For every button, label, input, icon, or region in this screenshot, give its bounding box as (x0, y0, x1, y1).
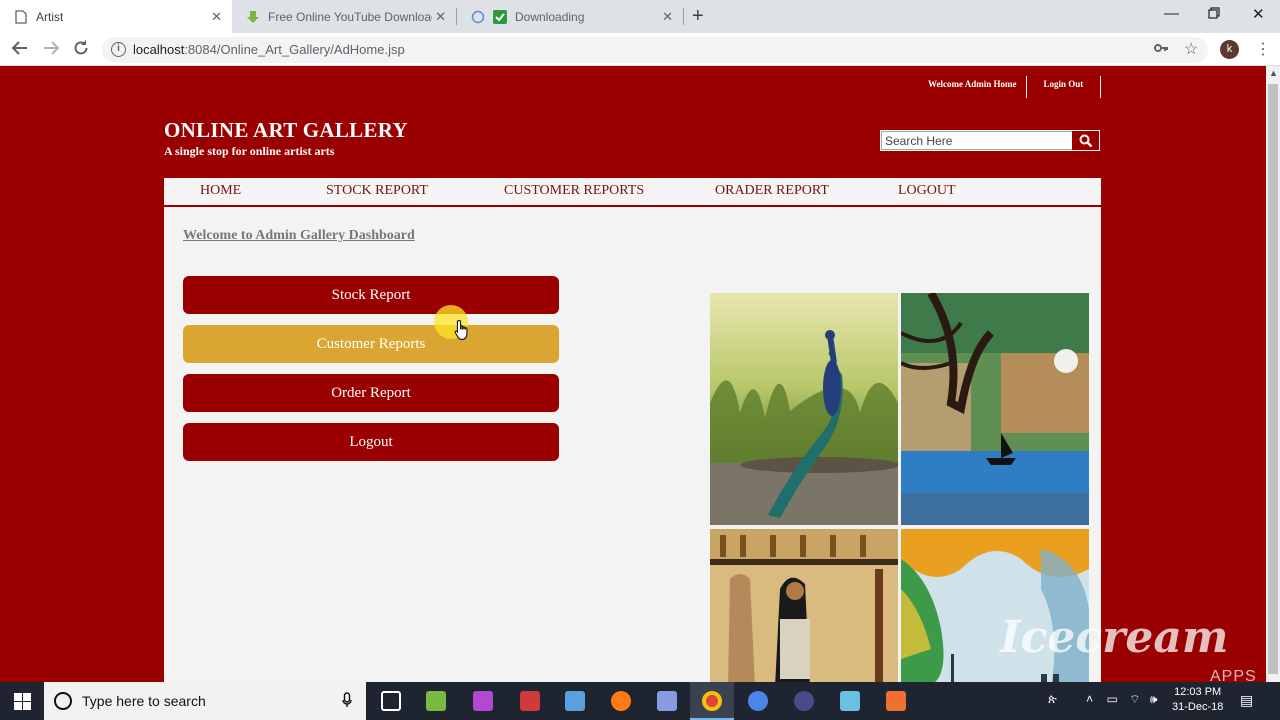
profile-avatar[interactable]: k (1220, 40, 1239, 59)
welcome-heading[interactable]: Welcome to Admin Gallery Dashboard (183, 228, 415, 244)
download-favicon-icon (246, 10, 260, 24)
tab-title: Artist (36, 9, 64, 24)
tab-downloading[interactable]: Downloading ✕ (457, 0, 683, 33)
new-tab-icon[interactable]: + (692, 5, 704, 28)
window-close-icon[interactable]: ✕ (1252, 5, 1265, 23)
tab-divider (683, 8, 684, 25)
windows-taskbar: Type here to search ጵ ˄ ▭ ⌔ 🕪 12:03 PM 3… (0, 682, 1280, 720)
virtualbox-app-icon[interactable] (565, 691, 585, 711)
minimize-icon[interactable]: — (1164, 5, 1179, 22)
system-tray: ጵ ˄ ▭ ⌔ 🕪 (1048, 692, 1157, 707)
nav-logout[interactable]: LOGOUT (898, 183, 956, 199)
site-brand: ONLINE ART GALLERY A single stop for onl… (164, 118, 408, 159)
order-report-button[interactable]: Order Report (183, 374, 559, 412)
task-view-icon[interactable] (381, 691, 401, 711)
icecream-watermark: Icecream (1000, 612, 1229, 663)
search-button[interactable] (1072, 131, 1099, 150)
search-box (880, 130, 1100, 151)
nav-customer-reports[interactable]: CUSTOMER REPORTS (504, 183, 644, 199)
wifi-icon[interactable]: ⌔ (1129, 692, 1140, 706)
maximize-icon[interactable] (1208, 6, 1220, 23)
site-title: ONLINE ART GALLERY (164, 118, 408, 142)
chrome-taskbar-active[interactable] (690, 682, 734, 720)
clock-date: 31-Dec-18 (1172, 701, 1224, 713)
browser-tab-strip: Artist ✕ Free Online YouTube Downloade ✕… (0, 0, 1280, 33)
url-text[interactable]: localhost:8084/Online_Art_Gallery/AdHome… (133, 42, 405, 57)
firefox-app-icon[interactable] (611, 691, 631, 711)
taskbar-clock[interactable]: 12:03 PM 31-Dec-18 (1172, 685, 1223, 715)
close-icon[interactable]: ✕ (211, 9, 222, 25)
app-icon[interactable] (840, 691, 860, 711)
welcome-admin-home-link[interactable]: Welcome Admin Home (924, 76, 1027, 98)
volume-icon[interactable]: 🕪 (1150, 692, 1158, 706)
notifications-icon[interactable]: ▤ (1240, 692, 1253, 709)
reload-icon[interactable] (72, 39, 90, 62)
people-icon[interactable]: ጵ (1048, 692, 1057, 706)
site-tagline: A single stop for online artist arts (164, 144, 335, 158)
dashboard-content: Welcome to Admin Gallery Dashboard Stock… (164, 207, 1101, 682)
close-icon[interactable]: ✕ (435, 9, 446, 25)
login-out-link[interactable]: Login Out (1027, 76, 1102, 98)
chevron-up-icon[interactable]: ˄ (1086, 692, 1093, 706)
app-icon[interactable] (657, 691, 677, 711)
tab-artist[interactable]: Artist ✕ (0, 0, 232, 33)
main-nav: HOME STOCK REPORT CUSTOMER REPORTS ORADE… (164, 178, 1101, 207)
scroll-up-arrow-icon[interactable]: ▲ (1269, 68, 1278, 78)
bookmark-star-icon[interactable]: ☆ (1184, 39, 1198, 59)
windows-start-icon[interactable] (14, 693, 31, 715)
logout-button[interactable]: Logout (183, 423, 559, 461)
hand-cursor-icon (454, 319, 468, 340)
nav-home[interactable]: HOME (200, 183, 241, 199)
key-icon[interactable] (1154, 40, 1169, 56)
scrollbar-thumb[interactable] (1268, 84, 1278, 674)
app-icon[interactable] (520, 691, 540, 711)
cortana-icon (54, 692, 72, 710)
address-bar[interactable]: i localhost:8084/Online_Art_Gallery/AdHo… (102, 37, 1208, 63)
app-icon[interactable] (473, 691, 493, 711)
info-icon[interactable]: i (111, 42, 126, 57)
check-favicon-icon (493, 9, 507, 24)
nav-order-report[interactable]: ORADER REPORT (715, 183, 829, 199)
page-scrollbar[interactable]: ▲ (1266, 66, 1280, 682)
search-icon (1079, 134, 1092, 147)
customer-reports-button[interactable]: Customer Reports (183, 325, 559, 363)
clock-time: 12:03 PM (1174, 686, 1222, 698)
forward-icon[interactable] (42, 39, 60, 62)
page-icon (14, 9, 28, 24)
back-icon[interactable] (11, 39, 29, 62)
browser-toolbar: i localhost:8084/Online_Art_Gallery/AdHo… (0, 33, 1280, 66)
close-icon[interactable]: ✕ (662, 9, 673, 25)
battery-icon[interactable]: ▭ (1107, 692, 1118, 706)
app-icon[interactable] (794, 691, 814, 711)
tab-youtube-downloader[interactable]: Free Online YouTube Downloade ✕ (232, 0, 456, 33)
loading-icon (471, 10, 485, 24)
peacock-painting-image[interactable] (710, 293, 898, 525)
chrome-app-icon[interactable] (748, 691, 768, 711)
egyptian-painting-image[interactable] (710, 529, 898, 682)
tab-title: Free Online YouTube Downloade (268, 9, 432, 24)
taskbar-search-box[interactable]: Type here to search (44, 682, 366, 720)
url-path: :8084/Online_Art_Gallery/AdHome.jsp (184, 42, 405, 57)
web-page: Welcome Admin Home Login Out ONLINE ART … (0, 66, 1266, 682)
app-icon[interactable] (886, 691, 906, 711)
chrome-app-icon (702, 691, 722, 711)
search-input[interactable] (881, 131, 1073, 150)
microphone-icon[interactable] (342, 692, 352, 711)
nav-stock-report[interactable]: STOCK REPORT (326, 183, 428, 199)
top-links: Welcome Admin Home Login Out (924, 76, 1102, 98)
taskbar-search-placeholder: Type here to search (82, 693, 206, 709)
url-host: localhost (133, 42, 185, 57)
tab-title: Downloading (515, 9, 585, 24)
tree-lake-painting-image[interactable] (901, 293, 1089, 525)
stock-report-button[interactable]: Stock Report (183, 276, 559, 314)
notepad-app-icon[interactable] (426, 691, 446, 711)
menu-dots-icon[interactable]: ⋮ (1255, 39, 1271, 59)
